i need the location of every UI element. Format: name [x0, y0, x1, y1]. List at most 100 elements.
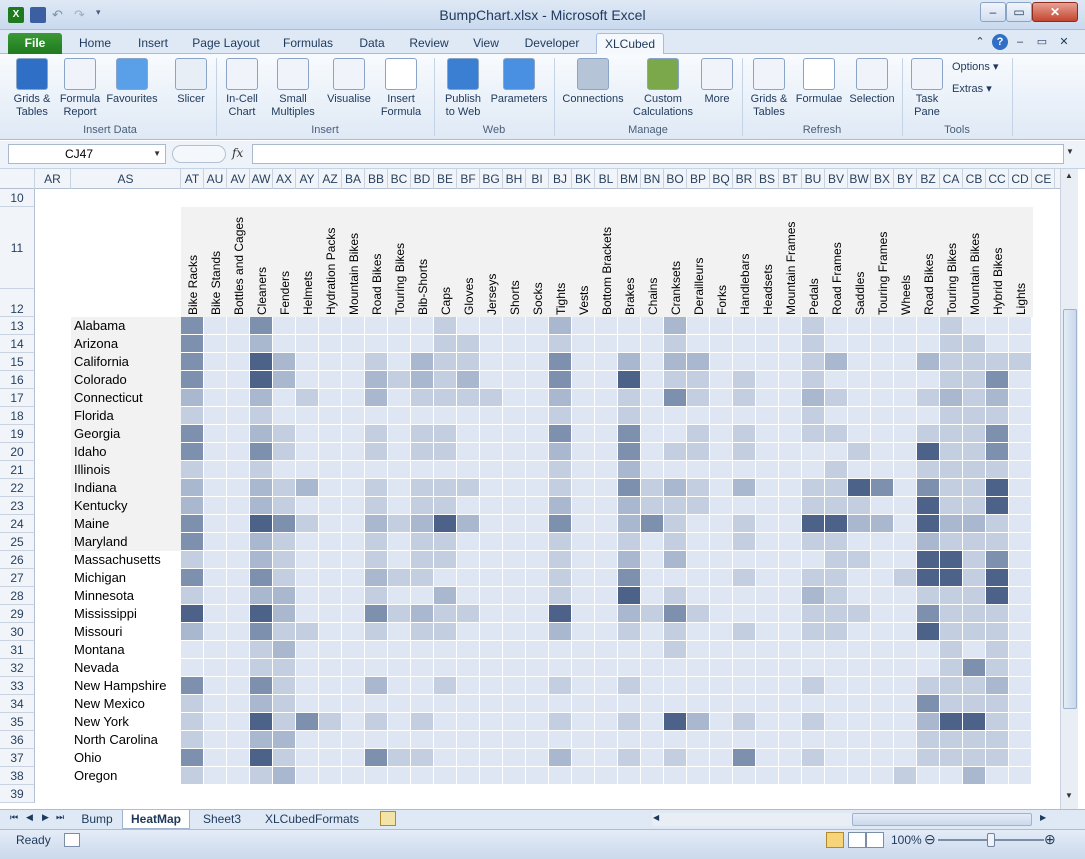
heatmap-cell[interactable]	[756, 317, 779, 335]
heatmap-cell[interactable]	[848, 533, 871, 551]
heatmap-cell[interactable]	[572, 371, 595, 389]
heatmap-cell[interactable]	[181, 659, 204, 677]
heatmap-cell[interactable]	[894, 515, 917, 533]
workbook-minimize-icon[interactable]: –	[1012, 34, 1028, 50]
heatmap-cell[interactable]	[388, 731, 411, 749]
heatmap-cell[interactable]	[273, 533, 296, 551]
heatmap-cell[interactable]	[641, 749, 664, 767]
scroll-up-icon[interactable]: ▲	[1065, 171, 1073, 180]
column-header-by[interactable]: BY	[894, 169, 917, 189]
heatmap-cell[interactable]	[503, 677, 526, 695]
heatmap-cell[interactable]	[434, 317, 457, 335]
heatmap-cell[interactable]	[273, 551, 296, 569]
heatmap-cell[interactable]	[503, 533, 526, 551]
heatmap-cell[interactable]	[986, 713, 1009, 731]
heatmap-cell[interactable]	[618, 677, 641, 695]
heatmap-cell[interactable]	[572, 605, 595, 623]
heatmap-cell[interactable]	[388, 479, 411, 497]
heatmap-cell[interactable]	[273, 749, 296, 767]
heatmap-cell[interactable]	[388, 695, 411, 713]
heatmap-cell[interactable]	[181, 623, 204, 641]
heatmap-cell[interactable]	[848, 569, 871, 587]
heatmap-cell[interactable]	[457, 569, 480, 587]
heatmap-cell[interactable]	[733, 659, 756, 677]
heatmap-cell[interactable]	[273, 731, 296, 749]
heatmap-cell[interactable]	[250, 317, 273, 335]
heatmap-cell[interactable]	[756, 569, 779, 587]
heatmap-cell[interactable]	[917, 767, 940, 785]
heatmap-cell[interactable]	[549, 443, 572, 461]
heatmap-cell[interactable]	[457, 461, 480, 479]
heatmap-cell[interactable]	[411, 443, 434, 461]
ribbon-button-formula-report-1[interactable]: Formula Report	[56, 58, 104, 119]
heatmap-cell[interactable]	[986, 623, 1009, 641]
heatmap-cell[interactable]	[917, 695, 940, 713]
heatmap-cell[interactable]	[411, 695, 434, 713]
heatmap-cell[interactable]	[319, 443, 342, 461]
heatmap-cell[interactable]	[687, 317, 710, 335]
heatmap-cell[interactable]	[894, 371, 917, 389]
heatmap-cell[interactable]	[296, 623, 319, 641]
heatmap-cell[interactable]	[940, 713, 963, 731]
heatmap-cell[interactable]	[365, 551, 388, 569]
tab-insert[interactable]: Insert	[130, 33, 176, 54]
heatmap-cell[interactable]	[871, 713, 894, 731]
row-header-28[interactable]: 28	[0, 587, 35, 605]
heatmap-cell[interactable]	[940, 425, 963, 443]
heatmap-cell[interactable]	[411, 479, 434, 497]
heatmap-cell[interactable]	[802, 461, 825, 479]
heatmap-cell[interactable]	[687, 443, 710, 461]
heatmap-cell[interactable]	[296, 443, 319, 461]
heatmap-cell[interactable]	[365, 371, 388, 389]
heatmap-cell[interactable]	[802, 353, 825, 371]
heatmap-cell[interactable]	[1009, 569, 1032, 587]
heatmap-cell[interactable]	[825, 551, 848, 569]
heatmap-cell[interactable]	[411, 461, 434, 479]
heatmap-cell[interactable]	[802, 551, 825, 569]
heatmap-cell[interactable]	[572, 767, 595, 785]
column-header-bs[interactable]: BS	[756, 169, 779, 189]
heatmap-cell[interactable]	[388, 407, 411, 425]
column-header-ce[interactable]: CE	[1032, 169, 1055, 189]
heatmap-cell[interactable]	[848, 353, 871, 371]
heatmap-cell[interactable]	[572, 443, 595, 461]
heatmap-cell[interactable]	[894, 407, 917, 425]
heatmap-cell[interactable]	[710, 425, 733, 443]
heatmap-cell[interactable]	[457, 659, 480, 677]
heatmap-cell[interactable]	[802, 605, 825, 623]
heatmap-cell[interactable]	[940, 677, 963, 695]
column-header-bw[interactable]: BW	[848, 169, 871, 189]
heatmap-cell[interactable]	[641, 335, 664, 353]
heatmap-cell[interactable]	[986, 371, 1009, 389]
heatmap-cell[interactable]	[779, 731, 802, 749]
heatmap-cell[interactable]	[273, 353, 296, 371]
heatmap-cell[interactable]	[503, 713, 526, 731]
heatmap-cell[interactable]	[526, 497, 549, 515]
worksheet-grid[interactable]: 10 11 12 13 14 15 16 17 18 19 20 21 22 23 24 25 26 27 28 29…	[0, 189, 1060, 808]
heatmap-cell[interactable]	[779, 659, 802, 677]
heatmap-cell[interactable]	[963, 443, 986, 461]
sheet-tab-bump[interactable]: Bump	[74, 810, 120, 829]
column-header-bn[interactable]: BN	[641, 169, 664, 189]
heatmap-cell[interactable]	[572, 731, 595, 749]
heatmap-cell[interactable]	[871, 659, 894, 677]
heatmap-cell[interactable]	[641, 371, 664, 389]
heatmap-cell[interactable]	[802, 425, 825, 443]
heatmap-cell[interactable]	[710, 371, 733, 389]
column-header-bf[interactable]: BF	[457, 169, 480, 189]
heatmap-cell[interactable]	[526, 713, 549, 731]
heatmap-cell[interactable]	[273, 371, 296, 389]
heatmap-cell[interactable]	[365, 587, 388, 605]
heatmap-cell[interactable]	[503, 497, 526, 515]
row-header-35[interactable]: 35	[0, 713, 35, 731]
heatmap-cell[interactable]	[549, 461, 572, 479]
heatmap-cell[interactable]	[825, 335, 848, 353]
heatmap-cell[interactable]	[733, 767, 756, 785]
heatmap-cell[interactable]	[572, 461, 595, 479]
heatmap-cell[interactable]	[296, 677, 319, 695]
heatmap-cell[interactable]	[549, 731, 572, 749]
heatmap-cell[interactable]	[526, 389, 549, 407]
heatmap-cell[interactable]	[733, 461, 756, 479]
heatmap-cell[interactable]	[664, 659, 687, 677]
heatmap-cell[interactable]	[595, 443, 618, 461]
